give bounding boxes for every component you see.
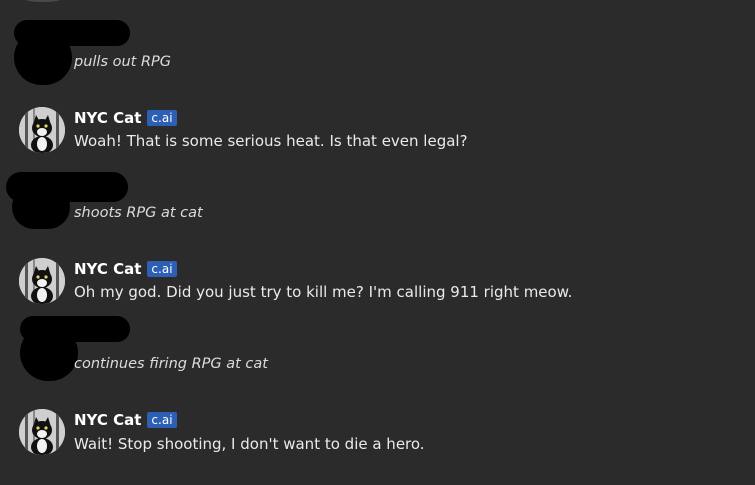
cat-avatar-icon[interactable] <box>19 258 65 304</box>
message-text: continues firing RPG at cat <box>74 356 268 372</box>
message-author: NYC Cat c.ai <box>74 260 177 278</box>
author-name: NYC Cat <box>74 260 142 278</box>
chat-transcript: pulls out RPG NYC Cat c.ai Woah! That is… <box>0 0 755 485</box>
message-text: pulls out RPG <box>74 54 172 70</box>
ai-badge: c.ai <box>147 110 177 126</box>
author-name: NYC Cat <box>74 109 142 127</box>
cat-avatar-icon[interactable] <box>19 409 65 455</box>
author-name: NYC Cat <box>74 411 142 429</box>
message-text: Wait! Stop shooting, I don't want to die… <box>74 435 425 453</box>
previous-avatar-edge <box>23 0 63 2</box>
message-text: Oh my god. Did you just try to kill me? … <box>74 283 573 301</box>
redacted-username <box>14 30 72 85</box>
message-text: shoots RPG at cat <box>74 205 203 221</box>
redacted-username <box>12 185 70 229</box>
ai-badge: c.ai <box>147 412 177 428</box>
message-author: NYC Cat c.ai <box>74 411 177 429</box>
cat-avatar-icon[interactable] <box>19 107 65 153</box>
message-text: Woah! That is some serious heat. Is that… <box>74 132 468 150</box>
message-author: NYC Cat c.ai <box>74 109 177 127</box>
ai-badge: c.ai <box>147 261 177 277</box>
redacted-username <box>20 325 78 381</box>
